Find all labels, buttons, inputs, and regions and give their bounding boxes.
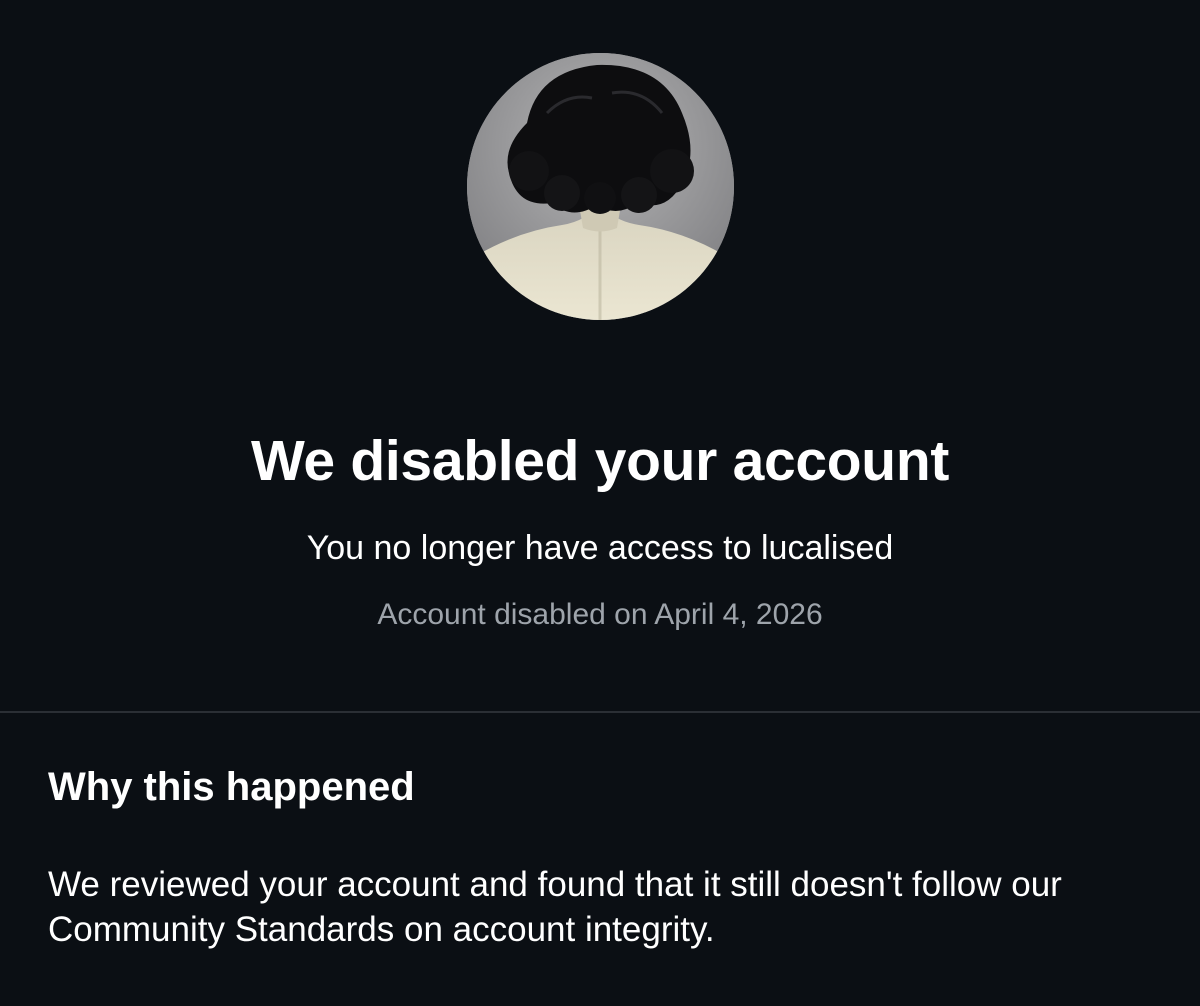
page-title: We disabled your account	[250, 429, 950, 493]
account-status-header: We disabled your account You no longer h…	[0, 0, 1200, 712]
reason-body: We reviewed your account and found that …	[48, 865, 1062, 949]
profile-avatar	[467, 53, 734, 320]
access-message: You no longer have access to lucalised	[306, 529, 894, 567]
disabled-date-label: Account disabled on April 4, 2026	[377, 598, 823, 631]
section-divider	[0, 711, 1200, 713]
reason-heading: Why this happened	[48, 765, 415, 809]
